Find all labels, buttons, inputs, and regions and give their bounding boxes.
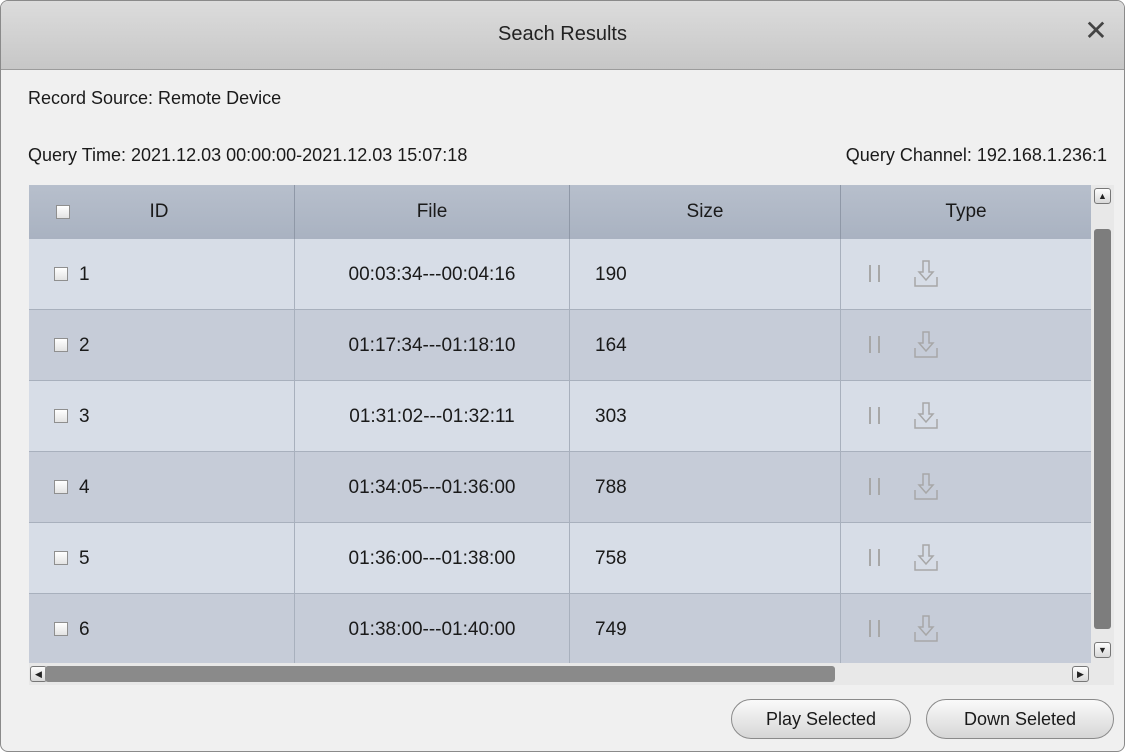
pause-icon[interactable] (869, 549, 881, 566)
pause-icon[interactable] (869, 336, 881, 353)
column-header-type[interactable]: Type (841, 185, 1091, 239)
column-divider (840, 523, 841, 594)
vertical-scrollbar[interactable]: ▲ ▼ (1091, 185, 1114, 663)
column-divider (569, 381, 570, 452)
table-row[interactable]: 6 01:38:00---01:40:00 749 (29, 594, 1091, 665)
pause-icon[interactable] (869, 265, 881, 282)
results-table: ID File Size Type 1 00:03:34---00:04:16 … (29, 185, 1114, 685)
pause-icon[interactable] (869, 478, 881, 495)
row-checkbox[interactable] (54, 267, 68, 281)
column-divider (840, 310, 841, 381)
download-icon[interactable] (912, 614, 940, 644)
table-row[interactable]: 2 01:17:34---01:18:10 164 (29, 310, 1091, 381)
download-icon[interactable] (912, 401, 940, 431)
scroll-down-icon[interactable]: ▼ (1094, 642, 1111, 658)
row-id: 5 (79, 548, 90, 569)
row-id: 1 (79, 264, 90, 285)
row-size: 303 (595, 406, 627, 427)
down-selected-button[interactable]: Down Seleted (926, 699, 1114, 739)
row-id: 4 (79, 477, 90, 498)
table-row[interactable]: 3 01:31:02---01:32:11 303 (29, 381, 1091, 452)
row-checkbox[interactable] (54, 338, 68, 352)
row-size: 164 (595, 335, 627, 356)
row-size: 190 (595, 264, 627, 285)
close-icon[interactable]: ✕ (1078, 13, 1114, 49)
pause-icon[interactable] (869, 620, 881, 637)
row-checkbox[interactable] (54, 551, 68, 565)
table-row[interactable]: 4 01:34:05---01:36:00 788 (29, 452, 1091, 523)
table-header: ID File Size Type (29, 185, 1091, 240)
download-icon[interactable] (912, 472, 940, 502)
column-divider (569, 594, 570, 665)
column-header-size[interactable]: Size (570, 185, 840, 239)
download-icon[interactable] (912, 259, 940, 289)
download-icon[interactable] (912, 330, 940, 360)
title-bar[interactable]: Seach Results ✕ (1, 1, 1124, 70)
scroll-right-icon[interactable]: ▶ (1072, 666, 1089, 682)
table-row[interactable]: 5 01:36:00---01:38:00 758 (29, 523, 1091, 594)
row-file: 00:03:34---00:04:16 (348, 264, 516, 285)
record-source-label: Record Source: Remote Device (28, 88, 282, 108)
row-file: 01:38:00---01:40:00 (348, 619, 516, 640)
table-row[interactable]: 1 00:03:34---00:04:16 190 (29, 239, 1091, 310)
column-divider (840, 594, 841, 665)
row-checkbox[interactable] (54, 622, 68, 636)
query-time-label: Query Time: 2021.12.03 00:00:00-2021.12.… (28, 145, 468, 165)
column-header-id[interactable]: ID (109, 185, 209, 239)
column-divider (569, 523, 570, 594)
row-file: 01:34:05---01:36:00 (348, 477, 516, 498)
column-header-file[interactable]: File (295, 185, 569, 239)
search-results-dialog: Seach Results ✕ Record Source: Remote De… (0, 0, 1125, 752)
download-icon[interactable] (912, 543, 940, 573)
row-file: 01:36:00---01:38:00 (348, 548, 516, 569)
dialog-title: Seach Results (498, 23, 627, 45)
row-id: 3 (79, 406, 90, 427)
table-body: 1 00:03:34---00:04:16 190 2 01:17:34---0… (29, 239, 1091, 676)
row-size: 749 (595, 619, 627, 640)
row-file: 01:31:02---01:32:11 (349, 406, 515, 427)
select-all-checkbox[interactable] (56, 205, 70, 219)
row-id: 6 (79, 619, 90, 640)
pause-icon[interactable] (869, 407, 881, 424)
row-id: 2 (79, 335, 90, 356)
horizontal-scroll-thumb[interactable] (45, 666, 835, 682)
column-divider (569, 452, 570, 523)
vertical-scroll-thumb[interactable] (1094, 229, 1111, 629)
horizontal-scrollbar[interactable]: ◀ ▶ (29, 663, 1114, 685)
column-divider (569, 310, 570, 381)
row-checkbox[interactable] (54, 480, 68, 494)
row-file: 01:17:34---01:18:10 (348, 335, 516, 356)
column-divider (840, 239, 841, 310)
column-divider (840, 381, 841, 452)
row-size: 758 (595, 548, 627, 569)
column-divider (569, 239, 570, 310)
row-size: 788 (595, 477, 627, 498)
play-selected-button[interactable]: Play Selected (731, 699, 911, 739)
scroll-up-icon[interactable]: ▲ (1094, 188, 1111, 204)
query-channel-label: Query Channel: 192.168.1.236:1 (845, 145, 1107, 165)
column-divider (840, 452, 841, 523)
row-checkbox[interactable] (54, 409, 68, 423)
